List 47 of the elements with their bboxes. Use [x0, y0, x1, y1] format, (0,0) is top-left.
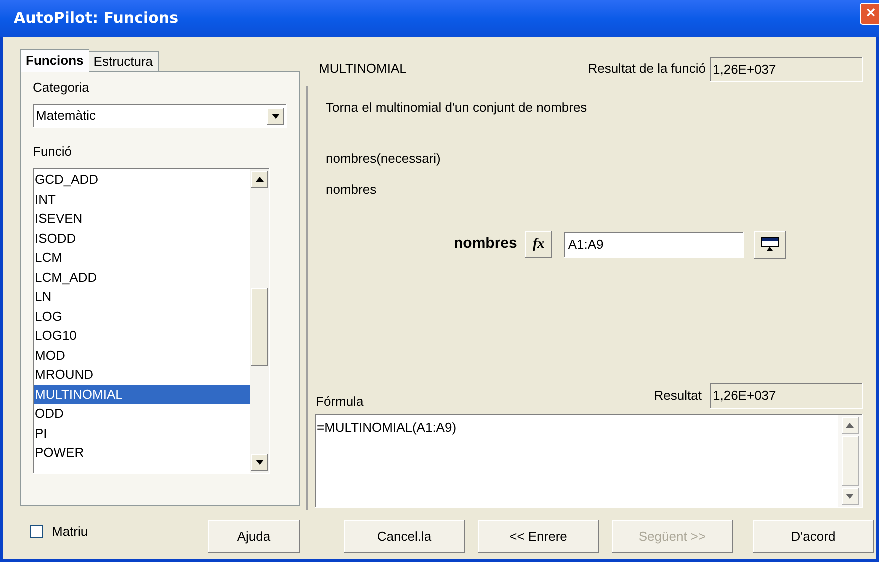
dialog-button[interactable]: Cancel.la: [344, 520, 465, 553]
formula-label: Fórmula: [316, 392, 364, 410]
list-item[interactable]: ODD: [34, 404, 250, 424]
list-item[interactable]: PI: [34, 424, 250, 443]
list-item[interactable]: MULTINOMIAL: [34, 384, 250, 404]
function-result-field: 1,26E+037: [710, 56, 863, 82]
argument-info: nombres(necessari): [326, 150, 442, 168]
scroll-up-icon[interactable]: [251, 171, 268, 188]
list-item[interactable]: LN: [34, 287, 250, 306]
dialog-button[interactable]: D'acord: [753, 520, 874, 553]
checkbox[interactable]: [30, 525, 43, 538]
list-item[interactable]: POWER: [34, 443, 250, 462]
dialog-button[interactable]: Ajuda: [208, 520, 300, 553]
list-item[interactable]: ISODD: [34, 228, 250, 248]
tab[interactable]: Estructura: [88, 51, 160, 71]
window-title: AutoPilot: Funcions: [14, 8, 179, 30]
dialog-button[interactable]: << Enrere: [478, 520, 599, 553]
result-field: 1,26E+037: [710, 383, 863, 409]
function-name: MULTINOMIAL: [319, 60, 407, 78]
close-button[interactable]: ×: [860, 2, 879, 24]
list-item[interactable]: LOG: [34, 306, 250, 326]
window-icon: [761, 236, 780, 252]
category-label: Categoria: [33, 79, 90, 97]
function-result-label: Resultat de la funció: [588, 60, 706, 78]
array-label: Matriu: [52, 523, 88, 541]
function-wizard-button[interactable]: fx: [525, 231, 552, 258]
list-item[interactable]: GCD_ADD: [34, 170, 250, 190]
argument-info: nombres: [326, 181, 378, 199]
shrink-button[interactable]: [754, 230, 786, 258]
list-item[interactable]: ISEVEN: [34, 209, 250, 228]
list-item[interactable]: LCM: [34, 248, 250, 268]
list-item[interactable]: MOD: [34, 346, 250, 365]
argument-field[interactable]: A1:A9: [564, 232, 744, 258]
tab[interactable]: Funcions: [20, 49, 89, 72]
formula-field[interactable]: =MULTINOMIAL(A1:A9): [315, 414, 863, 508]
list-item[interactable]: MROUND: [34, 365, 250, 384]
function-label: Funció: [33, 143, 74, 161]
scroll-down-icon[interactable]: [251, 454, 268, 471]
description: Torna el multinomial d'un conjunt de nombres: [326, 99, 588, 117]
list-item[interactable]: LCM_ADD: [34, 268, 250, 287]
list-item[interactable]: LOG10: [34, 326, 250, 346]
category-dropdown[interactable]: Matemàtic: [33, 104, 287, 128]
scroll-thumb[interactable]: [251, 288, 268, 366]
argument-label: nombres: [454, 234, 518, 254]
list-item[interactable]: INT: [34, 190, 250, 209]
result-label: Resultat: [654, 386, 702, 404]
scrollbar[interactable]: [250, 169, 269, 473]
